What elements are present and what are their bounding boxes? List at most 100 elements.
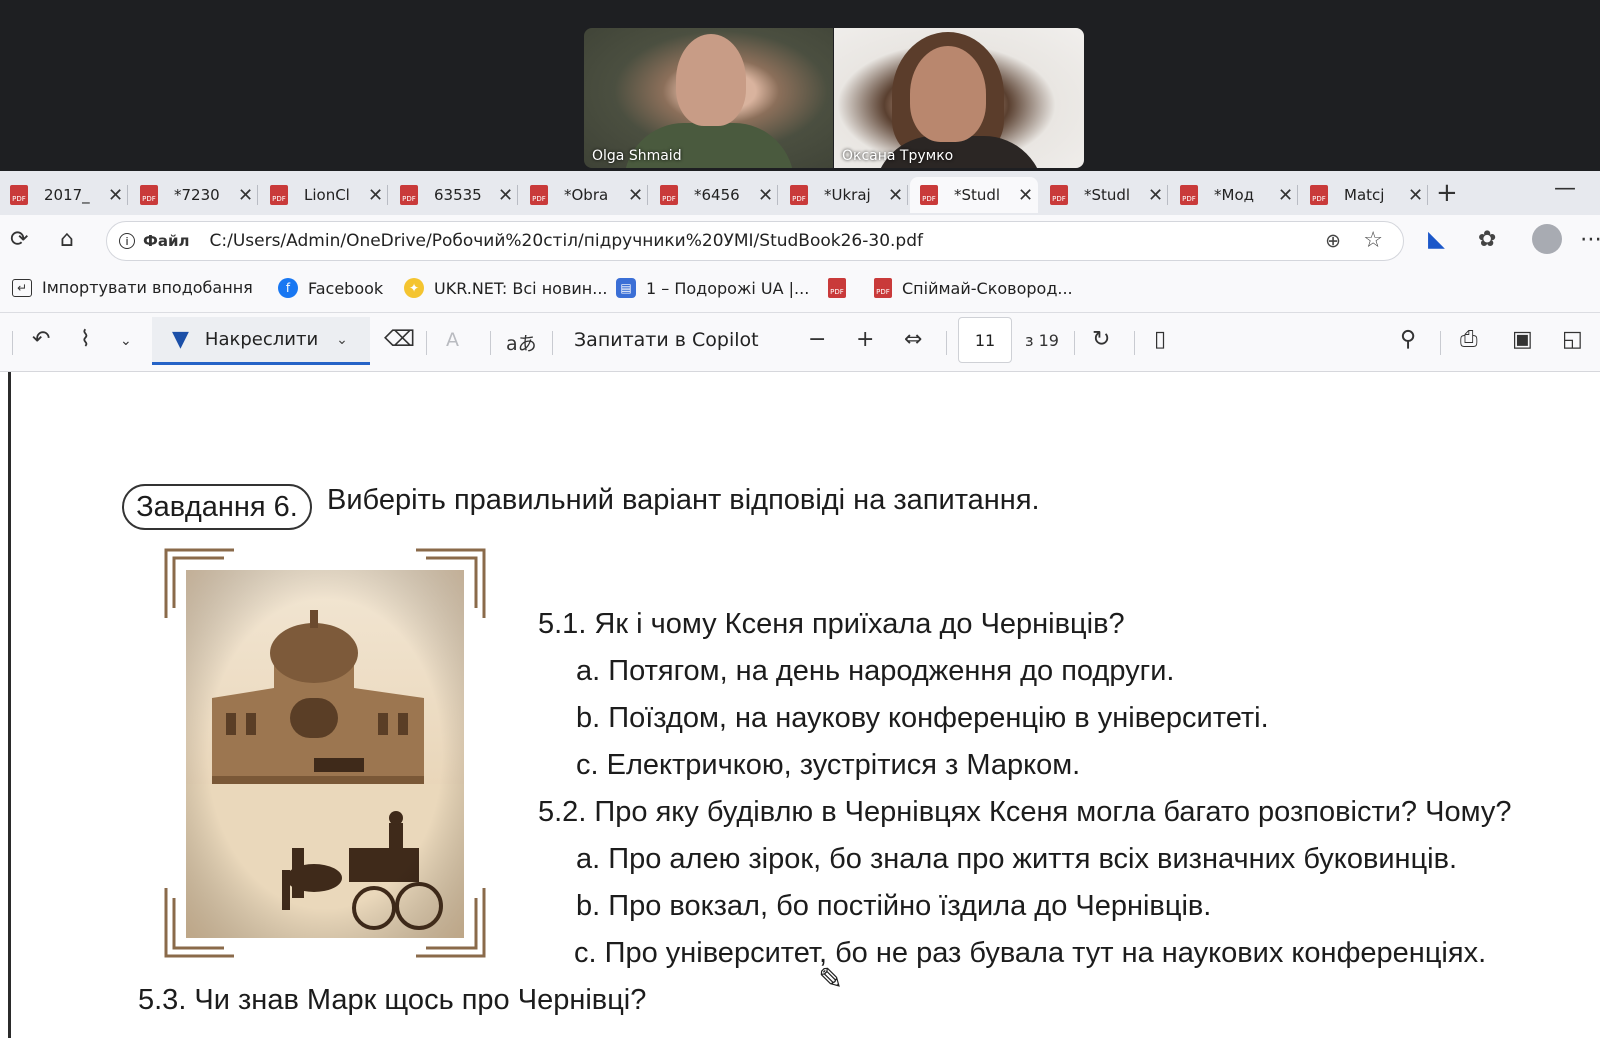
tab-9[interactable]: PDF *Мод ✕ xyxy=(1170,177,1298,213)
participant-name-2: Оксана Трумко xyxy=(842,148,954,164)
draw-tool-button[interactable]: ▼ Накреслити ⌄ xyxy=(152,317,370,365)
close-icon[interactable]: ✕ xyxy=(758,185,773,206)
favorite-facebook[interactable]: f Facebook xyxy=(278,278,383,298)
tab-strip: PDF 2017_ ✕ PDF *7230 ✕ PDF LionCl ✕ PDF 63535 ✕… xyxy=(0,171,1600,215)
minimize-icon[interactable]: — xyxy=(1554,176,1576,201)
favorite-pdf[interactable]: PDF xyxy=(828,278,846,298)
save-icon[interactable]: ▣ xyxy=(1512,327,1533,352)
close-icon[interactable]: ✕ xyxy=(1018,185,1033,206)
print-icon[interactable]: ⎙ xyxy=(1460,327,1478,352)
favorite-import[interactable]: ↵ Імпортувати вподобання xyxy=(12,278,253,297)
address-bar[interactable]: i Файл C:/Users/Admin/OneDrive/Робочий%2… xyxy=(106,221,1404,261)
info-icon[interactable]: i xyxy=(119,233,135,249)
read-aloud-icon[interactable]: aあ xyxy=(506,329,537,356)
tab-6[interactable]: PDF *Ukraj ✕ xyxy=(780,177,908,213)
text-format-icon[interactable]: A xyxy=(446,329,459,351)
tab-title: LionCl xyxy=(304,186,350,204)
tab-title: *Studl xyxy=(954,186,1001,204)
close-icon[interactable]: ✕ xyxy=(368,185,383,206)
participant-video-2[interactable]: Оксана Трумко xyxy=(834,28,1084,168)
task-label-badge: Завдання 6. xyxy=(122,484,312,530)
profile-avatar[interactable] xyxy=(1532,224,1562,254)
task-instruction: Виберіть правильний варіант відповіді на… xyxy=(327,484,1040,516)
chevron-down-icon[interactable]: ⌄ xyxy=(336,332,348,348)
favorites-bar: ↵ Імпортувати вподобання f Facebook ✦ UK… xyxy=(0,268,1600,313)
refresh-icon[interactable]: ⟳ xyxy=(10,227,28,252)
close-icon[interactable]: ✕ xyxy=(108,185,123,206)
close-icon[interactable]: ✕ xyxy=(238,185,253,206)
favorite-star-icon[interactable]: ☆ xyxy=(1363,228,1383,253)
tab-title: *Ukraj xyxy=(824,186,871,204)
pdf-page[interactable]: Завдання 6. Виберіть правильний варіант … xyxy=(0,372,1600,1038)
tab-title: *Мод xyxy=(1214,186,1254,204)
ukrnet-icon: ✦ xyxy=(404,278,424,298)
extension-icon[interactable]: ◣ xyxy=(1428,227,1445,252)
extensions-puzzle-icon[interactable]: ✿ xyxy=(1478,227,1496,252)
option-5-2-b: b. Про вокзал, бо постійно їздила до Чер… xyxy=(576,890,1212,922)
question-5-1: 5.1. Як і чому Ксеня приїхала до Чернівц… xyxy=(538,608,1125,640)
tab-2[interactable]: PDF LionCl ✕ xyxy=(260,177,388,213)
undo-icon[interactable]: ↶ xyxy=(32,327,50,352)
home-icon[interactable]: ⌂ xyxy=(60,227,74,252)
pdf-icon: PDF xyxy=(10,185,28,205)
tab-10[interactable]: PDF Matcj ✕ xyxy=(1300,177,1428,213)
question-5-2: 5.2. Про яку будівлю в Чернівцях Ксеня м… xyxy=(538,796,1512,828)
favorite-ukrnet[interactable]: ✦ UKR.NET: Всі новин... xyxy=(404,278,608,298)
zoom-icon[interactable]: ⊕ xyxy=(1325,230,1341,252)
favorite-spiimai[interactable]: PDF Спіймай-Сковород... xyxy=(874,278,1073,298)
eraser-icon[interactable]: ⌫ xyxy=(384,327,415,352)
pdf-icon: PDF xyxy=(400,185,418,205)
pdf-icon: PDF xyxy=(140,185,158,205)
facebook-icon: f xyxy=(278,278,298,298)
zoom-out-icon[interactable]: − xyxy=(808,327,826,352)
ask-copilot-button[interactable]: Запитати в Copilot xyxy=(574,329,759,351)
option-5-2-a: a. Про алею зірок, бо знала про життя вс… xyxy=(576,843,1458,875)
close-icon[interactable]: ✕ xyxy=(888,185,903,206)
new-tab-plus-icon[interactable]: + xyxy=(1436,178,1458,208)
highlight-icon[interactable]: ⌇ xyxy=(80,327,91,352)
chevron-down-icon[interactable]: ⌄ xyxy=(120,333,132,349)
pen-cursor-icon: ✎ xyxy=(818,962,844,997)
tab-8[interactable]: PDF *Studl ✕ xyxy=(1040,177,1168,213)
pdf-icon: PDF xyxy=(790,185,808,205)
favorite-podorozhi[interactable]: ▤ 1 – Подорожі UA |... xyxy=(616,278,809,298)
rotate-icon[interactable]: ↻ xyxy=(1092,327,1110,352)
fit-width-icon[interactable]: ⇔ xyxy=(904,327,922,352)
page-view-icon[interactable]: ▯ xyxy=(1154,327,1166,352)
more-menu-icon[interactable]: ⋯ xyxy=(1580,227,1600,252)
close-icon[interactable]: ✕ xyxy=(498,185,513,206)
tab-3[interactable]: PDF 63535 ✕ xyxy=(390,177,518,213)
page-total-label: з 19 xyxy=(1025,331,1059,350)
pdf-icon: PDF xyxy=(920,185,938,205)
close-icon[interactable]: ✕ xyxy=(628,185,643,206)
option-5-2-c: c. Про університет, бо не раз бувала тут… xyxy=(574,937,1487,969)
participant-video-1[interactable]: Olga Shmaid xyxy=(584,28,833,168)
tab-title: *Obra xyxy=(564,186,609,204)
search-icon[interactable]: ⚲ xyxy=(1400,327,1416,352)
tab-0[interactable]: PDF 2017_ ✕ xyxy=(0,177,128,213)
zoom-in-icon[interactable]: + xyxy=(856,327,874,352)
close-icon[interactable]: ✕ xyxy=(1408,185,1423,206)
close-icon[interactable]: ✕ xyxy=(1148,185,1163,206)
import-icon: ↵ xyxy=(12,278,32,297)
participant-name-1: Olga Shmaid xyxy=(592,148,682,164)
tab-5[interactable]: PDF *6456 ✕ xyxy=(650,177,778,213)
pdf-icon: PDF xyxy=(1310,185,1328,205)
url-text[interactable]: C:/Users/Admin/OneDrive/Робочий%20стіл/п… xyxy=(210,231,923,251)
tab-title: 63535 xyxy=(434,186,482,204)
tab-4[interactable]: PDF *Obra ✕ xyxy=(520,177,648,213)
tab-title: *6456 xyxy=(694,186,740,204)
navigation-bar: ⟳ ⌂ i Файл C:/Users/Admin/OneDrive/Робоч… xyxy=(0,215,1600,268)
pdf-icon: PDF xyxy=(530,185,548,205)
pdf-icon: PDF xyxy=(270,185,288,205)
tab-title: *Studl xyxy=(1084,186,1131,204)
tab-7-active[interactable]: PDF *Studl ✕ xyxy=(910,177,1038,213)
pdf-icon: PDF xyxy=(828,278,846,298)
option-5-1-a: a. Потягом, на день народження до подруг… xyxy=(576,655,1175,687)
bus-icon: ▤ xyxy=(616,278,636,298)
pdf-icon: PDF xyxy=(1180,185,1198,205)
save-as-icon[interactable]: ◱ xyxy=(1562,327,1583,352)
page-number-input[interactable] xyxy=(958,317,1012,363)
tab-1[interactable]: PDF *7230 ✕ xyxy=(130,177,258,213)
close-icon[interactable]: ✕ xyxy=(1278,185,1293,206)
